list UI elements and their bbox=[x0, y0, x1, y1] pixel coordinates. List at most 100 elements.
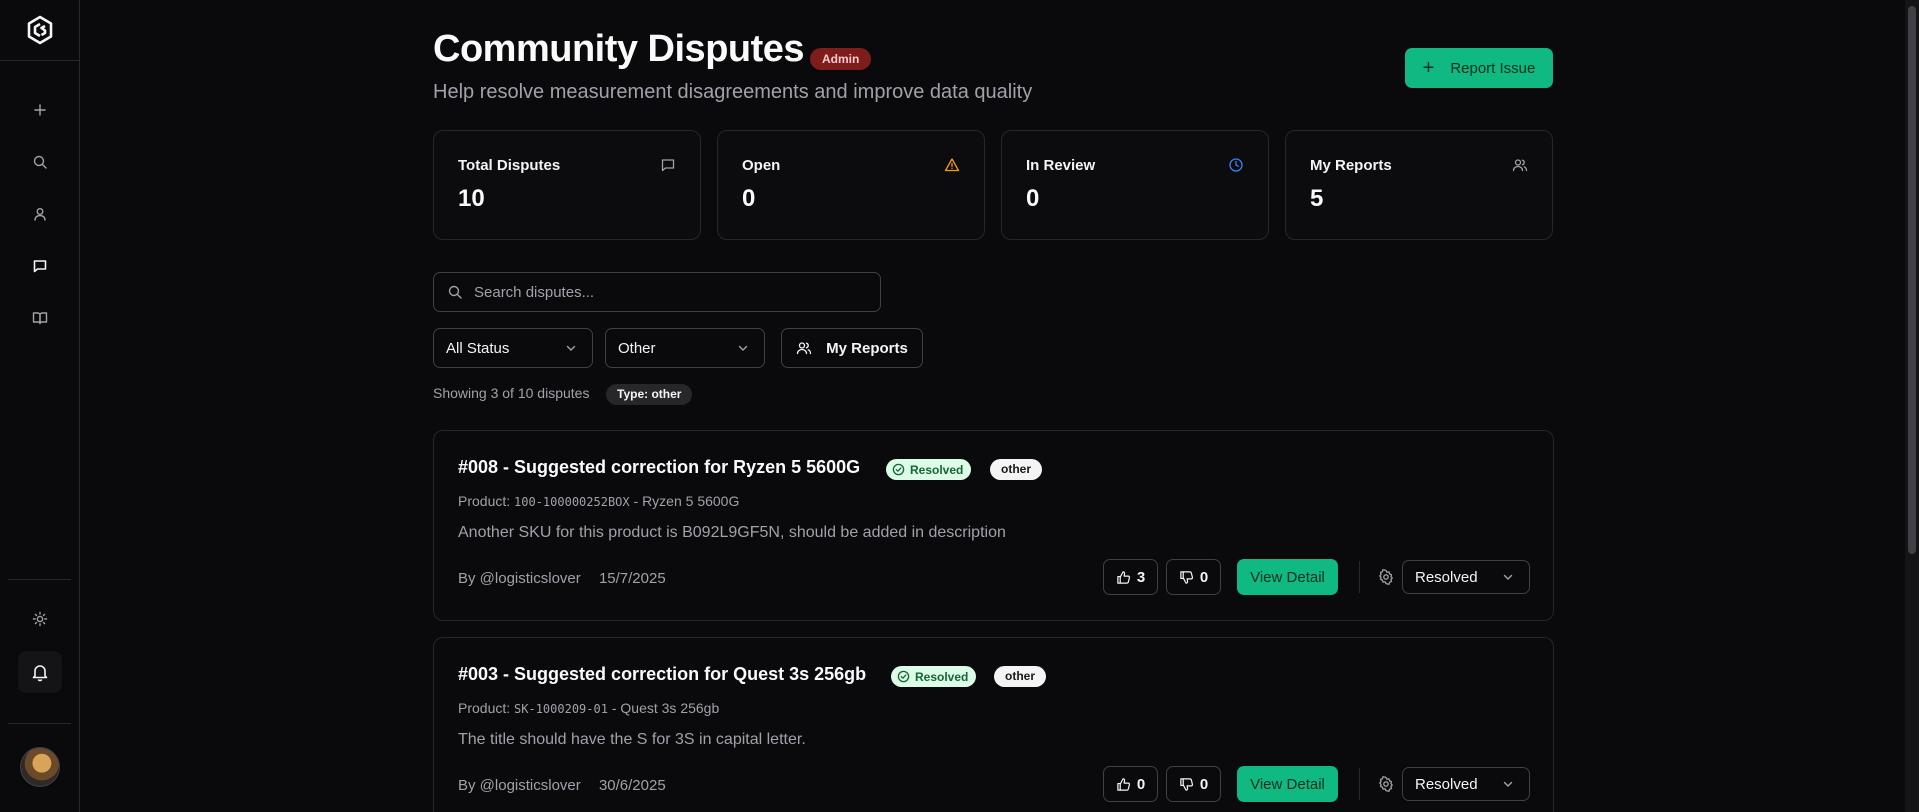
stat-value: 0 bbox=[1026, 185, 1040, 212]
status-badge-label: Resolved bbox=[910, 462, 964, 477]
nav-add-button[interactable] bbox=[22, 92, 58, 128]
status-badge-label: Resolved bbox=[915, 669, 969, 684]
my-reports-button[interactable]: My Reports bbox=[781, 328, 923, 368]
product-sku: 100-100000252BOX bbox=[514, 495, 630, 509]
chevron-down-icon bbox=[1503, 781, 1513, 787]
downvote-button[interactable]: 0 bbox=[1166, 766, 1221, 802]
status-filter-value: All Status bbox=[446, 339, 510, 357]
search-input[interactable] bbox=[474, 283, 854, 301]
dispute-description: The title should have the S for 3S in ca… bbox=[458, 731, 806, 748]
search-icon bbox=[448, 285, 462, 299]
chevron-down-icon bbox=[1503, 574, 1513, 580]
sidebar bbox=[0, 0, 80, 812]
active-filter-chip: Type: other bbox=[606, 384, 693, 405]
downvote-count: 0 bbox=[1199, 775, 1209, 793]
dispute-byline: By @logisticslover 15/7/2025 bbox=[458, 570, 666, 587]
message-square-icon bbox=[661, 159, 675, 172]
stat-card-in-review: In Review 0 bbox=[1001, 130, 1269, 240]
upvote-count: 3 bbox=[1136, 568, 1146, 586]
thumbs-down-icon bbox=[1180, 570, 1193, 584]
upvote-button[interactable]: 3 bbox=[1103, 559, 1158, 595]
book-open-icon bbox=[32, 312, 48, 325]
theme-toggle-button[interactable] bbox=[22, 601, 58, 637]
sidebar-divider bbox=[8, 579, 71, 580]
nav-profile-button[interactable] bbox=[22, 196, 58, 232]
check-circle-icon bbox=[892, 463, 905, 476]
status-filter-select[interactable]: All Status bbox=[433, 328, 593, 368]
bell-icon bbox=[32, 665, 48, 682]
stat-label: My Reports bbox=[1310, 157, 1392, 174]
search-box bbox=[433, 272, 881, 312]
nav-disputes-button[interactable] bbox=[22, 248, 58, 284]
user-avatar[interactable] bbox=[20, 747, 60, 787]
status-select-value: Resolved bbox=[1415, 568, 1478, 586]
app-logo[interactable] bbox=[0, 0, 79, 61]
product-info: Product: SK-1000209-01 - Quest 3s 256gb bbox=[458, 700, 719, 716]
product-label: Product: bbox=[458, 493, 511, 509]
status-change-select[interactable]: Resolved bbox=[1402, 767, 1530, 801]
upvote-count: 0 bbox=[1136, 775, 1146, 793]
page-subtitle: Help resolve measurement disagreements a… bbox=[433, 81, 1033, 103]
scrollbar-thumb[interactable] bbox=[1908, 6, 1916, 554]
stat-card-total: Total Disputes 10 bbox=[433, 130, 701, 240]
stat-label: Total Disputes bbox=[458, 157, 561, 174]
type-badge: other bbox=[990, 459, 1042, 480]
results-count: Showing 3 of 10 disputes bbox=[433, 385, 590, 401]
dispute-description: Another SKU for this product is B092L9GF… bbox=[458, 524, 1006, 541]
view-detail-button[interactable]: View Detail bbox=[1237, 766, 1338, 802]
sun-icon bbox=[32, 611, 48, 627]
nav-search-button[interactable] bbox=[22, 144, 58, 180]
gear-icon bbox=[1379, 776, 1393, 792]
dispute-title: #003 - Suggested correction for Quest 3s… bbox=[458, 664, 867, 684]
divider bbox=[1359, 561, 1360, 593]
status-select-value: Resolved bbox=[1415, 775, 1478, 793]
dispute-author: By @logisticslover bbox=[458, 777, 581, 794]
dispute-date: 30/6/2025 bbox=[598, 777, 666, 794]
stat-label: In Review bbox=[1026, 157, 1096, 174]
nav-docs-button[interactable] bbox=[22, 300, 58, 336]
thumbs-up-icon bbox=[1117, 777, 1130, 791]
logo-icon bbox=[27, 15, 52, 45]
report-issue-label: Report Issue bbox=[1450, 59, 1536, 77]
stat-value: 10 bbox=[458, 185, 485, 212]
search-icon bbox=[33, 155, 47, 169]
app-root: Community Disputes Admin Help resolve me… bbox=[0, 0, 1919, 812]
type-filter-select[interactable]: Other bbox=[605, 328, 765, 368]
plus-icon bbox=[34, 104, 46, 116]
page-scrollbar[interactable] bbox=[1905, 0, 1919, 812]
dispute-card: #008 - Suggested correction for Ryzen 5 … bbox=[433, 430, 1554, 621]
product-name: - Ryzen 5 5600G bbox=[633, 493, 740, 509]
type-badge: other bbox=[994, 666, 1046, 687]
status-badge: Resolved bbox=[886, 459, 972, 480]
status-change-select[interactable]: Resolved bbox=[1402, 560, 1530, 594]
notifications-button[interactable] bbox=[18, 651, 62, 693]
my-reports-label: My Reports bbox=[826, 339, 908, 357]
users-icon bbox=[1512, 159, 1528, 172]
downvote-count: 0 bbox=[1199, 568, 1209, 586]
stat-value: 5 bbox=[1310, 185, 1324, 212]
dispute-card: #003 - Suggested correction for Quest 3s… bbox=[433, 637, 1554, 812]
status-badge: Resolved bbox=[891, 666, 977, 687]
report-issue-button[interactable]: + Report Issue bbox=[1405, 48, 1553, 88]
check-circle-icon bbox=[897, 670, 910, 683]
page-title: Community Disputes bbox=[433, 28, 805, 70]
chevron-down-icon bbox=[566, 345, 576, 351]
upvote-button[interactable]: 0 bbox=[1103, 766, 1158, 802]
admin-badge: Admin bbox=[810, 48, 872, 70]
stat-label: Open bbox=[742, 157, 781, 174]
gear-icon bbox=[1379, 569, 1393, 585]
product-info: Product: 100-100000252BOX - Ryzen 5 5600… bbox=[458, 493, 739, 509]
view-detail-button[interactable]: View Detail bbox=[1237, 559, 1338, 595]
type-filter-value: Other bbox=[618, 339, 656, 357]
user-icon bbox=[34, 208, 46, 221]
downvote-button[interactable]: 0 bbox=[1166, 559, 1221, 595]
alert-triangle-icon bbox=[944, 158, 960, 172]
stat-card-open: Open 0 bbox=[717, 130, 985, 240]
stat-value: 0 bbox=[742, 185, 756, 212]
dispute-date: 15/7/2025 bbox=[598, 570, 666, 587]
divider bbox=[1359, 768, 1360, 800]
sidebar-divider bbox=[8, 723, 71, 724]
product-label: Product: bbox=[458, 700, 511, 716]
plus-icon: + bbox=[1422, 57, 1435, 79]
chevron-down-icon bbox=[738, 345, 748, 351]
